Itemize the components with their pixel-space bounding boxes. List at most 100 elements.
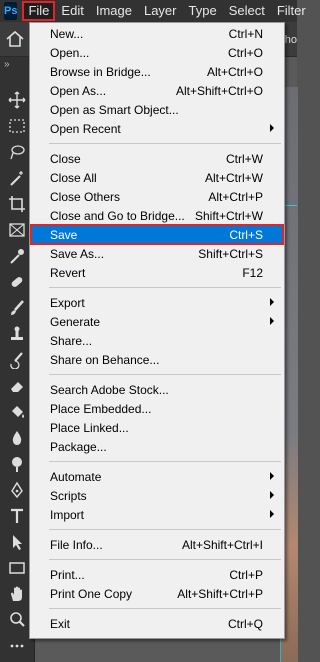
menu-item-label: Revert (50, 266, 86, 280)
brush-icon[interactable] (8, 299, 26, 317)
more-tools-icon[interactable] (8, 637, 26, 655)
menu-item-label: File Info... (50, 538, 103, 552)
menu-item-label: Open... (50, 46, 90, 60)
frame-icon[interactable] (8, 221, 26, 239)
menu-item-share-on-behance[interactable]: Share on Behance... (31, 350, 283, 369)
menu-item-open-recent[interactable]: Open Recent (31, 119, 283, 138)
menu-item-generate[interactable]: Generate (31, 312, 283, 331)
menu-item-export[interactable]: Export (31, 293, 283, 312)
eraser-icon[interactable] (8, 377, 26, 395)
photoshop-logo: Ps (4, 2, 18, 20)
marquee-icon[interactable] (8, 117, 26, 135)
guide-line (283, 205, 297, 206)
menu-type[interactable]: Type (183, 1, 223, 21)
menu-item-exit[interactable]: Exit Ctrl+Q (31, 614, 283, 633)
menu-item-save[interactable]: Save Ctrl+S (30, 224, 284, 245)
path-selection-icon[interactable] (8, 533, 26, 551)
menu-file[interactable]: File (22, 1, 56, 21)
submenu-arrow-icon (270, 124, 274, 132)
menu-item-label: Close Others (50, 190, 121, 204)
history-brush-icon[interactable] (8, 351, 26, 369)
type-icon[interactable] (8, 507, 26, 525)
pen-icon[interactable] (8, 481, 26, 499)
healing-brush-icon[interactable] (8, 273, 26, 291)
menu-item-close[interactable]: Close Ctrl+W (31, 149, 283, 168)
menu-item-import[interactable]: Import (31, 505, 283, 524)
menu-image[interactable]: Image (90, 1, 138, 21)
menu-item-shortcut: Ctrl+N (228, 27, 263, 41)
submenu-arrow-icon (270, 298, 274, 306)
rectangle-icon[interactable] (8, 559, 26, 577)
menu-item-label: Open Recent (50, 122, 121, 136)
menu-item-label: Exit (50, 617, 71, 631)
menu-item-shortcut: Alt+Shift+Ctrl+I (181, 538, 263, 552)
menu-item-place-embedded[interactable]: Place Embedded... (31, 399, 283, 418)
menu-layer[interactable]: Layer (138, 1, 183, 21)
home-icon[interactable] (4, 28, 26, 50)
menu-filter[interactable]: Filter (271, 1, 312, 21)
menu-item-print[interactable]: Print... Ctrl+P (31, 565, 283, 584)
menu-item-open-as[interactable]: Open As... Alt+Shift+Ctrl+O (31, 81, 283, 100)
clone-stamp-icon[interactable] (8, 325, 26, 343)
submenu-arrow-icon (270, 491, 274, 499)
menu-item-shortcut: Ctrl+P (229, 568, 263, 582)
menu-item-close-others[interactable]: Close Others Alt+Ctrl+P (31, 187, 283, 206)
collapse-panel-icon[interactable]: » (4, 59, 10, 70)
menu-item-label: Close All (50, 171, 97, 185)
move-icon[interactable] (8, 91, 26, 109)
menu-item-close-all[interactable]: Close All Alt+Ctrl+W (31, 168, 283, 187)
menu-separator (49, 608, 281, 609)
menu-item-shortcut: Ctrl+W (226, 152, 263, 166)
menu-item-browse-in-bridge[interactable]: Browse in Bridge... Alt+Ctrl+O (31, 62, 283, 81)
submenu-arrow-icon (270, 510, 274, 518)
menu-item-new[interactable]: New... Ctrl+N (31, 24, 283, 43)
menu-item-label: Search Adobe Stock... (50, 383, 169, 397)
menu-item-share[interactable]: Share... (31, 331, 283, 350)
menu-item-label: Share... (50, 334, 93, 348)
menu-item-shortcut: Alt+Shift+Ctrl+P (177, 587, 263, 601)
menu-item-label: Open as Smart Object... (50, 103, 179, 117)
menu-item-search-adobe-stock[interactable]: Search Adobe Stock... (31, 380, 283, 399)
menu-item-package[interactable]: Package... (31, 437, 283, 456)
menu-item-label: Place Linked... (50, 421, 129, 435)
menu-item-label: Close (50, 152, 81, 166)
menu-separator (49, 529, 281, 530)
menu-item-close-and-go-to-bridge[interactable]: Close and Go to Bridge... Shift+Ctrl+W (31, 206, 283, 225)
menu-item-label: Save (50, 228, 78, 242)
eyedropper-icon[interactable] (8, 247, 26, 265)
paint-bucket-icon[interactable] (8, 403, 26, 421)
menu-item-label: Close and Go to Bridge... (50, 209, 185, 223)
menu-item-place-linked[interactable]: Place Linked... (31, 418, 283, 437)
dodge-icon[interactable] (8, 455, 26, 473)
blur-icon[interactable] (8, 429, 26, 447)
lasso-icon[interactable] (8, 143, 26, 161)
menu-item-shortcut: Alt+Ctrl+W (204, 171, 263, 185)
menu-item-label: Print One Copy (50, 587, 133, 601)
menu-item-save-as[interactable]: Save As... Shift+Ctrl+S (31, 244, 283, 263)
menu-item-label: Generate (50, 315, 101, 329)
menu-separator (49, 461, 281, 462)
menu-item-shortcut: Alt+Shift+Ctrl+O (175, 84, 263, 98)
magic-wand-icon[interactable] (8, 169, 26, 187)
crop-icon[interactable] (8, 195, 26, 213)
menu-item-scripts[interactable]: Scripts (31, 486, 283, 505)
menu-item-revert[interactable]: Revert F12 (31, 263, 283, 282)
menu-bar: Ps File Edit Image Layer Type Select Fil… (0, 0, 306, 22)
menu-select[interactable]: Select (223, 1, 271, 21)
menu-edit[interactable]: Edit (55, 1, 89, 21)
menu-item-shortcut: Shift+Ctrl+W (194, 209, 263, 223)
menu-item-print-one-copy[interactable]: Print One Copy Alt+Shift+Ctrl+P (31, 584, 283, 603)
hand-icon[interactable] (8, 585, 26, 603)
menu-item-file-info[interactable]: File Info... Alt+Shift+Ctrl+I (31, 535, 283, 554)
submenu-arrow-icon (270, 472, 274, 480)
menu-item-open[interactable]: Open... Ctrl+O (31, 43, 283, 62)
menu-separator (49, 374, 281, 375)
zoom-icon[interactable] (8, 611, 26, 629)
menu-item-label: Share on Behance... (50, 353, 160, 367)
submenu-arrow-icon (270, 317, 274, 325)
menu-item-automate[interactable]: Automate (31, 467, 283, 486)
menu-item-label: Place Embedded... (50, 402, 152, 416)
file-menu-dropdown: New... Ctrl+N Open... Ctrl+O Browse in Bridg… (29, 22, 285, 639)
menu-item-open-as-smart-object[interactable]: Open as Smart Object... (31, 100, 283, 119)
menu-item-label: Save As... (50, 247, 105, 261)
